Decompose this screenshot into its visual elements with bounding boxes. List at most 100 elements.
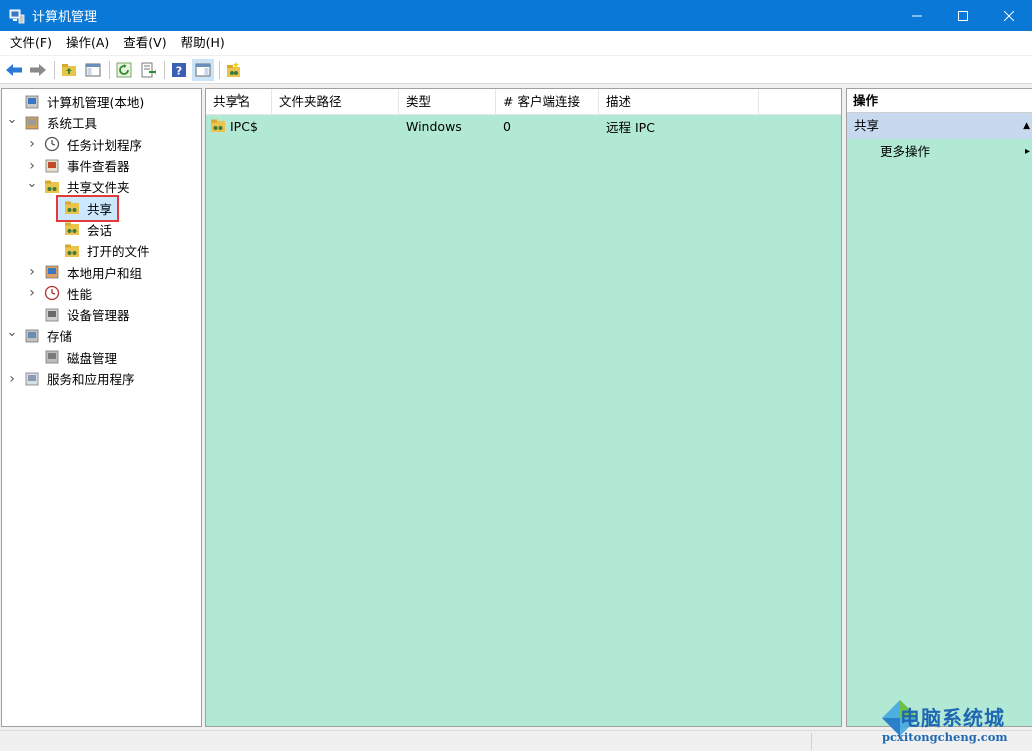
watermark-text: 电脑系统城 xyxy=(900,706,1005,730)
menu-view[interactable]: 查看(V) xyxy=(116,32,173,54)
chevron-down-icon[interactable]: ⌄ xyxy=(26,176,38,191)
tree-node-services-apps[interactable]: › 服务和应用程序 xyxy=(2,368,201,389)
tree-node-content[interactable]: 服务和应用程序 xyxy=(18,367,140,390)
new-share-button[interactable] xyxy=(223,59,245,81)
chevron-right-icon[interactable]: › xyxy=(26,136,38,152)
tree-node-performance[interactable]: › 性能 xyxy=(2,283,201,304)
submenu-arrow-icon: ▸ xyxy=(1024,146,1030,157)
tree-node-content[interactable]: 计算机管理(本地) xyxy=(18,90,149,113)
tree-node-content[interactable]: 共享文件夹 xyxy=(38,175,135,198)
storage-icon xyxy=(25,329,39,343)
task-scheduler-icon xyxy=(44,137,60,152)
refresh-button[interactable] xyxy=(113,59,135,81)
tree-node-label: 服务和应用程序 xyxy=(47,372,135,388)
forward-arrow-icon xyxy=(30,63,46,76)
tree-node-sessions[interactable]: 会话 xyxy=(2,219,201,240)
menu-file[interactable]: 文件(F) xyxy=(3,32,59,54)
tree-node-content[interactable]: 性能 xyxy=(38,282,97,305)
action-more-actions[interactable]: 更多操作 ▸ xyxy=(847,139,1032,165)
tree-node-open-files[interactable]: 打开的文件 xyxy=(2,240,201,261)
services-apps-icon xyxy=(25,372,39,385)
tree-node-content[interactable]: 会话 xyxy=(58,218,117,241)
maximize-button[interactable] xyxy=(940,0,986,31)
tree-node-content[interactable]: 系统工具 xyxy=(18,111,102,134)
chevron-right-icon[interactable]: › xyxy=(26,285,38,301)
tree-node-label: 任务计划程序 xyxy=(67,137,143,153)
toolbar-separator xyxy=(54,60,55,79)
column-header-type[interactable]: 类型 xyxy=(399,89,496,115)
chevron-down-icon[interactable]: ⌄ xyxy=(6,112,18,127)
tree-node-content[interactable]: 存储 xyxy=(18,324,77,347)
show-hide-action-pane-button[interactable] xyxy=(192,58,214,81)
local-users-icon xyxy=(45,265,59,279)
chevron-right-icon[interactable]: › xyxy=(6,371,18,387)
tree-node-device-manager[interactable]: 设备管理器 xyxy=(2,304,201,325)
forward-button[interactable] xyxy=(27,59,49,81)
sort-ascending-icon: ▲ xyxy=(236,91,243,100)
tree-node-label: 共享文件夹 xyxy=(67,180,130,196)
tree-node-label: 设备管理器 xyxy=(67,308,130,324)
performance-icon xyxy=(44,286,60,301)
toolbar-separator xyxy=(219,60,220,79)
toolbar: ? xyxy=(0,56,1032,84)
sessions-icon xyxy=(65,222,79,236)
tree-node-label: 打开的文件 xyxy=(87,244,150,260)
tree-node-disk-management[interactable]: 磁盘管理 xyxy=(2,347,201,368)
column-header-folder-path[interactable]: 文件夹路径 xyxy=(272,89,399,115)
action-pane-title: 操作 xyxy=(847,89,1032,113)
tree-node-content[interactable]: 设备管理器 xyxy=(38,303,135,326)
tree-node-label: 存储 xyxy=(47,329,73,345)
share-icon xyxy=(211,119,225,132)
tree-node-storage[interactable]: ⌄ 存储 xyxy=(2,325,201,346)
export-list-button[interactable] xyxy=(137,59,159,81)
window-title: 计算机管理 xyxy=(32,10,98,25)
menu-help[interactable]: 帮助(H) xyxy=(174,32,232,54)
help-button[interactable]: ? xyxy=(168,59,190,81)
show-hide-tree-button[interactable] xyxy=(82,59,104,81)
open-files-icon xyxy=(65,244,79,257)
back-button[interactable] xyxy=(3,59,25,81)
description-cell: 远程 IPC xyxy=(606,119,655,135)
tree-node-event-viewer[interactable]: › 事件查看器 xyxy=(2,155,201,176)
column-header-share-name[interactable]: ▲ 共享名 xyxy=(206,89,272,115)
tree-node-content[interactable]: 打开的文件 xyxy=(58,239,155,262)
title-bar: 计算机管理 xyxy=(0,0,1032,31)
tree-node-label: 本地用户和组 xyxy=(67,265,143,281)
tree-node-shares[interactable]: 共享 xyxy=(2,194,201,222)
device-manager-icon xyxy=(45,308,59,322)
chevron-right-icon[interactable]: › xyxy=(26,264,38,280)
table-row[interactable]: IPC$ Windows 0 远程 IPC xyxy=(206,115,841,137)
tree-node-content[interactable]: 事件查看器 xyxy=(38,154,135,177)
up-level-button[interactable] xyxy=(58,59,80,81)
column-header-description[interactable]: 描述 xyxy=(599,89,759,115)
chevron-down-icon[interactable]: ⌄ xyxy=(6,325,18,340)
tree-node-content[interactable]: 任务计划程序 xyxy=(38,133,147,156)
chevron-right-icon[interactable]: › xyxy=(26,158,38,174)
shares-list: ▲ 共享名 文件夹路径 类型 # 客户端连接 描述 IPC$ Windows 0… xyxy=(205,88,842,727)
system-tools-icon xyxy=(25,116,39,130)
column-header-client-connections[interactable]: # 客户端连接 xyxy=(496,89,599,115)
folder-up-icon xyxy=(62,63,76,76)
status-bar xyxy=(0,730,1032,751)
tree-node-shared-folder[interactable]: ⌄ 共享文件夹 xyxy=(2,176,201,197)
share-name-cell: IPC$ xyxy=(206,118,272,134)
tree-node-system-tools[interactable]: ⌄ 系统工具 xyxy=(2,112,201,133)
shared-folder-icon xyxy=(45,180,59,193)
menu-bar: 文件(F) 操作(A) 查看(V) 帮助(H) xyxy=(0,31,1032,56)
tree-node-computer-management[interactable]: 计算机管理(本地) xyxy=(2,91,201,112)
close-button[interactable] xyxy=(986,0,1032,31)
minimize-button[interactable] xyxy=(894,0,940,31)
tree-node-content[interactable]: 共享 xyxy=(55,194,120,222)
toolbar-separator xyxy=(164,60,165,79)
minimize-icon xyxy=(912,15,922,16)
tree-node-content[interactable]: 磁盘管理 xyxy=(38,346,122,369)
tree-node-task-scheduler[interactable]: › 任务计划程序 xyxy=(2,134,201,155)
tree-node-content[interactable]: 本地用户和组 xyxy=(38,261,147,284)
action-section-shares[interactable]: 共享 ▲ xyxy=(847,113,1032,139)
tree-node-local-users[interactable]: › 本地用户和组 xyxy=(2,261,201,282)
back-arrow-icon xyxy=(6,63,22,76)
menu-action[interactable]: 操作(A) xyxy=(59,32,116,54)
list-header: ▲ 共享名 文件夹路径 类型 # 客户端连接 描述 xyxy=(206,89,841,115)
